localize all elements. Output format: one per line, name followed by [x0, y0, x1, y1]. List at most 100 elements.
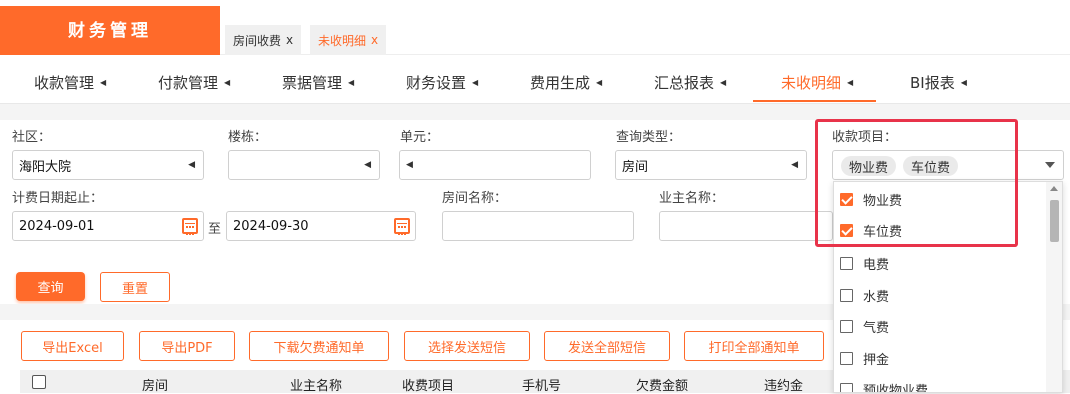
- query-button[interactable]: 查询: [16, 272, 85, 301]
- nav-item-bi-reports[interactable]: BI报表 ◀: [910, 62, 967, 102]
- checkbox[interactable]: [840, 289, 853, 302]
- nav-item-payments[interactable]: 付款管理 ◀: [158, 62, 230, 102]
- top-bar: 财务管理 房间收费 x 未收明细 x: [0, 0, 1070, 55]
- calendar-icon[interactable]: [182, 218, 198, 235]
- dropdown-option[interactable]: 车位费: [834, 215, 1048, 246]
- dropdown-option[interactable]: 气费: [834, 311, 1048, 342]
- checkbox-checked[interactable]: [840, 224, 853, 237]
- download-notice-button[interactable]: 下载欠费通知单: [249, 331, 389, 361]
- nav-label: 收款管理: [34, 73, 95, 92]
- dropdown-option[interactable]: 押金: [834, 343, 1048, 374]
- column-header: 欠费金额: [636, 379, 689, 394]
- nav-item-unpaid-details[interactable]: 未收明细 ◀: [781, 62, 853, 102]
- dropdown-option[interactable]: 水费: [834, 280, 1048, 311]
- dropdown-option[interactable]: 预收物业费: [834, 374, 1048, 393]
- room-name-input[interactable]: [442, 211, 634, 241]
- community-value: 海阳大院: [19, 159, 72, 175]
- date-from-input[interactable]: 2024-09-01: [12, 211, 204, 241]
- nav-label: 未收明细: [781, 73, 842, 92]
- query-type-select[interactable]: 房间 ◀: [615, 150, 807, 180]
- owner-name-label: 业主名称：: [659, 191, 725, 206]
- export-excel-button[interactable]: 导出Excel: [21, 331, 124, 361]
- selected-chip[interactable]: 物业费: [841, 156, 897, 176]
- column-header: 收费项目: [402, 379, 455, 394]
- caret-left-icon: ◀: [847, 77, 854, 87]
- nav-item-invoices[interactable]: 票据管理 ◀: [282, 62, 354, 102]
- caret-left-icon: ◀: [224, 77, 231, 87]
- query-type-value: 房间: [622, 159, 649, 175]
- nav-label: 费用生成: [530, 73, 591, 92]
- option-label: 气费: [863, 321, 890, 336]
- option-label: 押金: [863, 353, 890, 368]
- send-all-sms-button[interactable]: 发送全部短信: [544, 331, 670, 361]
- caret-left-icon: ◀: [791, 160, 798, 170]
- scroll-up-icon[interactable]: [1050, 186, 1058, 191]
- tab-unpaid-details[interactable]: 未收明细 x: [310, 25, 387, 55]
- reset-button[interactable]: 重置: [100, 272, 170, 302]
- active-nav-underline: [753, 100, 876, 102]
- caret-left-icon: ◀: [720, 77, 727, 87]
- caret-left-icon: ◀: [596, 77, 603, 87]
- option-label: 车位费: [863, 225, 903, 240]
- nav-item-receipts[interactable]: 收款管理 ◀: [34, 62, 106, 102]
- query-type-label: 查询类型：: [616, 130, 682, 145]
- to-label: 至: [208, 222, 222, 237]
- close-icon[interactable]: x: [286, 33, 293, 47]
- dropdown-option[interactable]: 物业费: [834, 184, 1048, 215]
- nav-label: 汇总报表: [654, 73, 715, 92]
- caret-left-icon: ◀: [188, 160, 195, 170]
- selected-chip[interactable]: 车位费: [903, 156, 959, 176]
- chevron-down-icon[interactable]: [1045, 162, 1055, 168]
- app-title: 财务管理: [0, 6, 220, 55]
- caret-left-icon: ◀: [472, 77, 479, 87]
- community-label: 社区：: [12, 130, 52, 145]
- nav-item-finance-settings[interactable]: 财务设置 ◀: [406, 62, 478, 102]
- scrollbar-thumb[interactable]: [1050, 200, 1059, 242]
- nav-label: 付款管理: [158, 73, 219, 92]
- export-pdf-button[interactable]: 导出PDF: [139, 331, 235, 361]
- dropdown-option[interactable]: 电费: [834, 248, 1048, 279]
- option-label: 预收物业费: [863, 384, 929, 393]
- dropdown-scrollbar[interactable]: [1046, 182, 1062, 392]
- unit-label: 单元：: [400, 130, 440, 145]
- caret-left-icon: ◀: [406, 160, 413, 170]
- date-from-value: 2024-09-01: [19, 218, 95, 234]
- nav-label: 财务设置: [406, 73, 467, 92]
- print-all-notices-button[interactable]: 打印全部通知单: [684, 331, 824, 361]
- close-icon[interactable]: x: [371, 33, 378, 47]
- option-label: 电费: [863, 258, 890, 273]
- caret-left-icon: ◀: [364, 160, 371, 170]
- community-select[interactable]: 海阳大院 ◀: [12, 150, 204, 180]
- select-all-checkbox[interactable]: [32, 375, 46, 389]
- column-header: 手机号: [522, 379, 562, 394]
- tab-label: 房间收费: [233, 33, 282, 48]
- select-sms-button[interactable]: 选择发送短信: [404, 331, 530, 361]
- option-label: 物业费: [863, 194, 903, 209]
- caret-left-icon: ◀: [100, 77, 107, 87]
- date-to-value: 2024-09-30: [233, 218, 309, 234]
- column-header: 业主名称: [290, 379, 343, 394]
- caret-left-icon: ◀: [348, 77, 355, 87]
- room-name-label: 房间名称：: [442, 191, 508, 206]
- tab-room-fees[interactable]: 房间收费 x: [225, 25, 302, 55]
- nav-item-summary-reports[interactable]: 汇总报表 ◀: [654, 62, 726, 102]
- owner-name-input[interactable]: [659, 211, 833, 241]
- checkbox-checked[interactable]: [840, 193, 853, 206]
- nav-label: BI报表: [910, 73, 955, 92]
- option-label: 水费: [863, 290, 890, 305]
- nav-label: 票据管理: [282, 73, 343, 92]
- calendar-icon[interactable]: [394, 218, 410, 235]
- fee-item-multiselect[interactable]: 物业费 车位费: [832, 150, 1064, 180]
- checkbox[interactable]: [840, 383, 853, 392]
- fee-item-label: 收款项目：: [832, 130, 898, 145]
- tab-label: 未收明细: [318, 33, 367, 48]
- nav-item-fee-generation[interactable]: 费用生成 ◀: [530, 62, 602, 102]
- fee-item-dropdown: 物业费 车位费 电费 水费 气费 押金 预收物业费: [833, 181, 1063, 393]
- column-header: 房间: [142, 379, 169, 394]
- date-to-input[interactable]: 2024-09-30: [226, 211, 416, 241]
- unit-select[interactable]: ◀: [399, 150, 591, 180]
- checkbox[interactable]: [840, 257, 853, 270]
- checkbox[interactable]: [840, 320, 853, 333]
- checkbox[interactable]: [840, 352, 853, 365]
- building-select[interactable]: ◀: [228, 150, 380, 180]
